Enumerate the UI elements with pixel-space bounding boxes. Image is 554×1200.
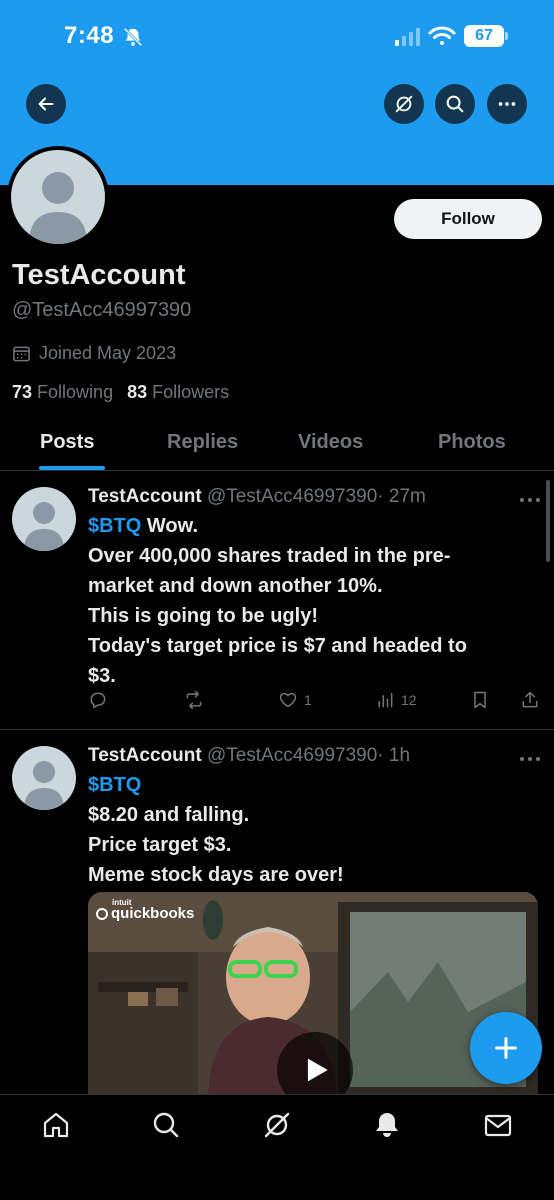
play-icon (307, 1058, 328, 1082)
post-author-handle: @TestAcc46997390 (206, 745, 378, 766)
repost-button[interactable] (184, 690, 204, 710)
search-icon (153, 1112, 179, 1138)
followers-link[interactable]: 83 Followers (127, 382, 229, 403)
calendar-icon (13, 346, 30, 362)
like-button[interactable]: 1 (278, 690, 312, 710)
nav-grok[interactable] (261, 1109, 293, 1141)
nav-search[interactable] (150, 1109, 182, 1141)
reply-icon (90, 692, 106, 709)
grok-button[interactable] (384, 84, 424, 124)
watermark-text: quickbooks (96, 905, 195, 922)
search-button[interactable] (435, 84, 475, 124)
post-line: Meme stock days are over! (88, 864, 344, 886)
bottom-navigation (0, 1094, 554, 1200)
share-button[interactable] (520, 690, 540, 710)
post-line: $BTQ Wow. (88, 511, 528, 541)
home-icon (43, 1112, 69, 1138)
followers-label: Followers (152, 382, 230, 402)
post-author-name[interactable]: TestAccount (88, 486, 202, 507)
grok-icon (395, 95, 413, 113)
views-count: 12 (401, 692, 417, 708)
joined-text: Joined May 2023 (39, 343, 177, 363)
battery-cap (505, 32, 508, 40)
plus-icon (495, 1037, 517, 1059)
bell-icon (376, 1113, 398, 1137)
grok-icon (264, 1112, 290, 1138)
tab-videos[interactable]: Videos (298, 431, 363, 454)
post-author-handle: @TestAcc46997390 (206, 486, 378, 507)
views-button[interactable]: 12 (375, 690, 417, 710)
default-avatar-icon (24, 761, 64, 810)
post-header: TestAccount @TestAcc46997390· 1h (88, 745, 410, 767)
profile-tabs: Posts Replies Videos Photos (0, 418, 554, 471)
video-watermark: intuit quickbooks (96, 898, 194, 921)
following-link[interactable]: 73 Following (12, 382, 113, 403)
post-time: · 27m (377, 486, 426, 507)
compose-button[interactable] (470, 1012, 542, 1084)
reply-button[interactable] (88, 690, 108, 710)
post-line: $3. (88, 665, 116, 687)
post-line: $BTQ (88, 770, 528, 800)
bell-off-icon (123, 27, 143, 47)
post-body: $BTQ $8.20 and falling. Price target $3.… (88, 770, 528, 890)
default-avatar-icon (24, 502, 64, 551)
wifi-icon (428, 26, 456, 45)
post-more-icon[interactable] (519, 755, 541, 763)
post-avatar[interactable] (12, 746, 76, 810)
more-icon (498, 102, 516, 106)
post-time: · 1h (377, 745, 411, 766)
mail-icon (484, 1114, 512, 1137)
cashtag-link[interactable]: $BTQ (88, 515, 141, 537)
post-actions: 1 12 (88, 690, 548, 716)
search-icon (446, 95, 464, 113)
nav-notifications[interactable] (371, 1109, 403, 1141)
post-line: market and down another 10%. (88, 575, 383, 597)
nav-messages[interactable] (482, 1109, 514, 1141)
joined-date: Joined May 2023 (12, 343, 176, 364)
heart-icon (279, 692, 297, 708)
default-avatar-icon (29, 172, 87, 244)
status-time: 7:48 (64, 22, 115, 49)
post-header: TestAccount @TestAcc46997390· 27m (88, 486, 426, 508)
nav-home[interactable] (40, 1109, 72, 1141)
views-icon (378, 692, 393, 708)
post-line: Price target $3. (88, 834, 232, 856)
bookmark-button[interactable] (470, 690, 490, 710)
scrollbar[interactable] (546, 480, 550, 562)
post-author-name[interactable]: TestAccount (88, 745, 202, 766)
followers-count: 83 (127, 382, 148, 402)
tab-posts[interactable]: Posts (40, 431, 94, 454)
back-button[interactable] (26, 84, 66, 124)
battery-indicator: 67 (464, 25, 504, 47)
repost-icon (186, 690, 202, 710)
follow-stats: 73 Following 83 Followers (12, 382, 229, 403)
follow-button[interactable]: Follow (394, 199, 542, 239)
post-line: Today's target price is $7 and headed to (88, 635, 467, 657)
qb-logo-icon (96, 908, 108, 921)
bookmark-icon (474, 691, 486, 709)
following-label: Following (37, 382, 114, 402)
cashtag-link[interactable]: $BTQ (88, 774, 141, 796)
like-count: 1 (304, 692, 312, 708)
share-icon (522, 691, 538, 708)
more-button[interactable] (487, 84, 527, 124)
post-line: This is going to be ugly! (88, 605, 318, 627)
post-line: Over 400,000 shares traded in the pre- (88, 545, 451, 567)
profile-handle: @TestAcc46997390 (12, 299, 192, 321)
post-text: Wow. (146, 515, 199, 537)
following-count: 73 (12, 382, 33, 402)
active-tab-indicator (39, 466, 105, 470)
status-bar: 7:48 67 (0, 0, 554, 70)
post-line: $8.20 and falling. (88, 804, 250, 826)
post-avatar[interactable] (12, 487, 76, 551)
signal-icon (395, 28, 420, 46)
tab-photos[interactable]: Photos (438, 431, 506, 454)
tab-replies[interactable]: Replies (167, 431, 238, 454)
arrow-left-icon (38, 97, 54, 111)
profile-avatar[interactable] (7, 146, 109, 248)
post-more-icon[interactable] (519, 496, 541, 504)
profile-display-name: TestAccount (12, 259, 186, 291)
watermark-label: quickbooks (111, 905, 195, 922)
post-body: $BTQ Wow. Over 400,000 shares traded in … (88, 511, 528, 691)
